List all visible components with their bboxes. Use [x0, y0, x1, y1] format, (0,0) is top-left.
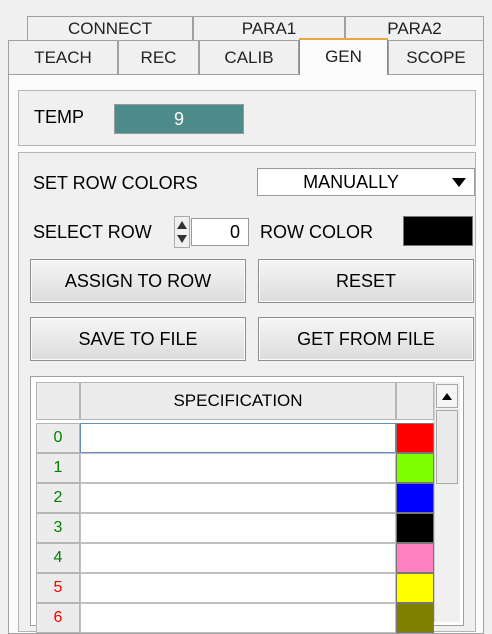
button-label: RESET	[335, 270, 396, 291]
row-colors-mode-select[interactable]: MANUALLY	[257, 168, 475, 196]
row-color-swatch[interactable]	[396, 603, 434, 633]
tab-label: SCOPE	[406, 48, 466, 67]
select-row-input[interactable]: 0	[191, 218, 249, 246]
row-color-swatch[interactable]	[396, 483, 434, 513]
specification-cell[interactable]	[80, 513, 396, 543]
specification-cell[interactable]	[80, 573, 396, 603]
table-corner-header	[36, 382, 80, 420]
row-color-swatch[interactable]	[396, 423, 434, 453]
row-color-swatch[interactable]	[403, 216, 473, 246]
button-label: GET FROM FILE	[297, 328, 435, 349]
select-row-value: 0	[229, 221, 240, 242]
scroll-up-arrow-icon	[442, 392, 452, 400]
reset-button[interactable]: RESET	[258, 259, 474, 303]
row-number: 0	[36, 423, 80, 453]
tab-scope[interactable]: SCOPE	[388, 40, 484, 75]
tab-label: PARA2	[387, 18, 442, 38]
select-row-spinner[interactable]	[174, 216, 190, 248]
specification-cell[interactable]	[80, 483, 396, 513]
tab-label: TEACH	[34, 48, 92, 67]
row-color-swatch[interactable]	[396, 513, 434, 543]
row-color-swatch[interactable]	[396, 453, 434, 483]
button-label: SAVE TO FILE	[78, 328, 198, 349]
specification-cell[interactable]	[80, 543, 396, 573]
row-color-swatch[interactable]	[396, 543, 434, 573]
specification-cell[interactable]	[80, 453, 396, 483]
tab-label: PARA1	[241, 18, 297, 38]
scroll-up-button[interactable]	[436, 384, 458, 408]
tab-para1[interactable]: PARA1	[193, 16, 345, 40]
tab-label: CONNECT	[67, 18, 153, 38]
row-number: 4	[36, 543, 80, 573]
specification-column-header: SPECIFICATION	[80, 382, 396, 420]
spinner-arrows-icon	[174, 216, 190, 248]
scroll-thumb[interactable]	[436, 410, 458, 484]
row-number: 6	[36, 603, 80, 633]
set-row-colors-label: SET ROW COLORS	[33, 173, 198, 193]
tab-para2[interactable]: PARA2	[345, 16, 484, 40]
assign-to-row-button[interactable]: ASSIGN TO ROW	[30, 259, 246, 303]
temp-value: 9	[173, 108, 184, 129]
row-number: 2	[36, 483, 80, 513]
tab-rec[interactable]: REC	[118, 40, 199, 75]
save-to-file-button[interactable]: SAVE TO FILE	[30, 317, 246, 361]
temp-label: TEMP	[34, 107, 85, 127]
header-label: SPECIFICATION	[173, 391, 303, 410]
tab-label: CALIB	[224, 48, 274, 67]
row-number: 1	[36, 453, 80, 483]
specification-cell[interactable]	[80, 603, 396, 633]
temp-group	[18, 90, 476, 146]
button-label: ASSIGN TO ROW	[64, 270, 212, 291]
row-number: 5	[36, 573, 80, 603]
specification-cell[interactable]	[80, 423, 396, 453]
tab-gen[interactable]: GEN	[299, 38, 388, 77]
row-color-swatch[interactable]	[396, 573, 434, 603]
tab-calib[interactable]: CALIB	[199, 40, 299, 75]
color-column-header	[396, 382, 434, 420]
get-from-file-button[interactable]: GET FROM FILE	[258, 317, 474, 361]
chevron-down-icon	[444, 169, 474, 195]
select-row-label: SELECT ROW	[33, 222, 152, 242]
row-colors-mode-value: MANUALLY	[303, 171, 399, 192]
row-number: 3	[36, 513, 80, 543]
tab-teach[interactable]: TEACH	[8, 40, 118, 75]
tab-connect[interactable]: CONNECT	[27, 16, 193, 40]
temp-value-display: 9	[114, 104, 244, 134]
tab-label: GEN	[325, 47, 362, 66]
tab-label: REC	[140, 48, 177, 67]
row-color-label: ROW COLOR	[260, 222, 374, 242]
